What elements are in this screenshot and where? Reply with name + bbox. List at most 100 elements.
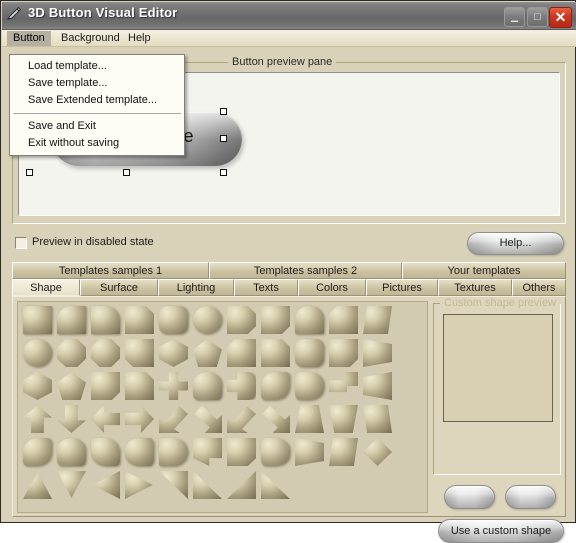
- tab-shape[interactable]: Shape: [12, 279, 80, 296]
- shape-cell[interactable]: [191, 338, 224, 369]
- shape-cell[interactable]: [89, 470, 122, 501]
- shape-cell[interactable]: [327, 338, 360, 369]
- shape-cell[interactable]: [157, 305, 190, 336]
- shape-cell[interactable]: [225, 404, 258, 435]
- shape-cell[interactable]: [361, 305, 394, 336]
- menu-exit-without-saving[interactable]: Exit without saving: [10, 135, 184, 152]
- tab-surface[interactable]: Surface: [80, 279, 158, 296]
- shape-cell[interactable]: [259, 338, 292, 369]
- tab-textures[interactable]: Textures: [438, 279, 512, 296]
- shape-cell[interactable]: [157, 371, 190, 402]
- shape-cell[interactable]: [21, 371, 54, 402]
- shape-cell[interactable]: [225, 338, 258, 369]
- shape-cell[interactable]: [123, 305, 156, 336]
- app-window: 3D Button Visual Editor – □ ✕ Button Bac…: [0, 0, 576, 543]
- shape-cell[interactable]: [89, 404, 122, 435]
- selection-handle-sw[interactable]: [26, 169, 33, 176]
- shape-cell[interactable]: [361, 338, 394, 369]
- shape-cell[interactable]: [191, 404, 224, 435]
- selection-handle-s[interactable]: [123, 169, 130, 176]
- shape-thumbnail: [23, 438, 52, 466]
- shape-cell[interactable]: [123, 338, 156, 369]
- shape-cell[interactable]: [225, 371, 258, 402]
- shape-cell[interactable]: [123, 470, 156, 501]
- menu-save-extended-template[interactable]: Save Extended template...: [10, 92, 184, 109]
- tab-pictures[interactable]: Pictures: [366, 279, 438, 296]
- shape-cell[interactable]: [55, 371, 88, 402]
- preview-disabled-checkbox[interactable]: [15, 237, 27, 249]
- shape-cell[interactable]: [293, 437, 326, 468]
- shape-cell[interactable]: [157, 404, 190, 435]
- shape-cell[interactable]: [123, 404, 156, 435]
- shape-cell[interactable]: [89, 437, 122, 468]
- selection-handle-se[interactable]: [220, 169, 227, 176]
- shape-cell[interactable]: [21, 338, 54, 369]
- shape-cell[interactable]: [191, 437, 224, 468]
- shape-cell[interactable]: [293, 305, 326, 336]
- shape-cell[interactable]: [123, 371, 156, 402]
- shape-cell[interactable]: [327, 371, 360, 402]
- menu-load-template[interactable]: Load template...: [10, 58, 184, 75]
- menu-item-background[interactable]: Background: [55, 31, 126, 46]
- tab-colors[interactable]: Colors: [298, 279, 366, 296]
- tab-texts[interactable]: Texts: [234, 279, 298, 296]
- selection-handle-e[interactable]: [220, 135, 227, 142]
- close-button[interactable]: ✕: [549, 7, 572, 28]
- shape-cell[interactable]: [55, 470, 88, 501]
- shape-cell[interactable]: [361, 404, 394, 435]
- shape-cell[interactable]: [259, 404, 292, 435]
- shape-cell[interactable]: [259, 437, 292, 468]
- help-button[interactable]: Help...: [467, 232, 564, 255]
- shape-cell[interactable]: [191, 371, 224, 402]
- shape-cell[interactable]: [55, 404, 88, 435]
- shape-cell[interactable]: [191, 470, 224, 501]
- shape-cell[interactable]: [21, 470, 54, 501]
- shape-cell[interactable]: [225, 305, 258, 336]
- shape-cell[interactable]: [55, 338, 88, 369]
- shape-cell[interactable]: [157, 338, 190, 369]
- shape-cell[interactable]: [259, 371, 292, 402]
- maximize-button[interactable]: □: [527, 7, 548, 27]
- shape-cell[interactable]: [361, 437, 394, 468]
- shape-cell[interactable]: [327, 305, 360, 336]
- menu-item-help[interactable]: Help: [122, 31, 157, 46]
- shape-cell[interactable]: [157, 470, 190, 501]
- menu-save-template[interactable]: Save template...: [10, 75, 184, 92]
- shape-gallery[interactable]: [17, 301, 428, 513]
- shape-cell[interactable]: [225, 470, 258, 501]
- tab-templates-samples-1[interactable]: Templates samples 1: [12, 262, 209, 279]
- custom-shape-preview-area[interactable]: [443, 314, 553, 422]
- tab-your-templates[interactable]: Your templates: [402, 262, 566, 279]
- shape-cell[interactable]: [361, 371, 394, 402]
- custom-shape-next-button[interactable]: [505, 485, 556, 509]
- tab-lighting[interactable]: Lighting: [158, 279, 234, 296]
- preview-disabled-label[interactable]: Preview in disabled state: [32, 236, 154, 248]
- shape-cell[interactable]: [293, 338, 326, 369]
- shape-cell[interactable]: [55, 305, 88, 336]
- custom-shape-prev-button[interactable]: [444, 485, 495, 509]
- shape-cell[interactable]: [225, 437, 258, 468]
- tab-others[interactable]: Others: [512, 279, 566, 296]
- shape-cell[interactable]: [21, 305, 54, 336]
- shape-cell[interactable]: [259, 305, 292, 336]
- button-menu-dropdown: Load template... Save template... Save E…: [9, 54, 185, 156]
- shape-cell[interactable]: [191, 305, 224, 336]
- shape-cell[interactable]: [327, 437, 360, 468]
- shape-cell[interactable]: [21, 404, 54, 435]
- shape-cell[interactable]: [89, 338, 122, 369]
- selection-handle-ne[interactable]: [220, 108, 227, 115]
- menu-save-and-exit[interactable]: Save and Exit: [10, 118, 184, 135]
- shape-cell[interactable]: [89, 371, 122, 402]
- shape-cell[interactable]: [293, 404, 326, 435]
- shape-cell[interactable]: [123, 437, 156, 468]
- shape-cell[interactable]: [89, 305, 122, 336]
- shape-cell[interactable]: [259, 470, 292, 501]
- menu-item-button[interactable]: Button: [7, 31, 51, 46]
- shape-cell[interactable]: [293, 371, 326, 402]
- shape-cell[interactable]: [157, 437, 190, 468]
- shape-cell[interactable]: [21, 437, 54, 468]
- shape-cell[interactable]: [55, 437, 88, 468]
- minimize-button[interactable]: –: [504, 7, 525, 28]
- shape-cell[interactable]: [327, 404, 360, 435]
- tab-templates-samples-2[interactable]: Templates samples 2: [209, 262, 402, 279]
